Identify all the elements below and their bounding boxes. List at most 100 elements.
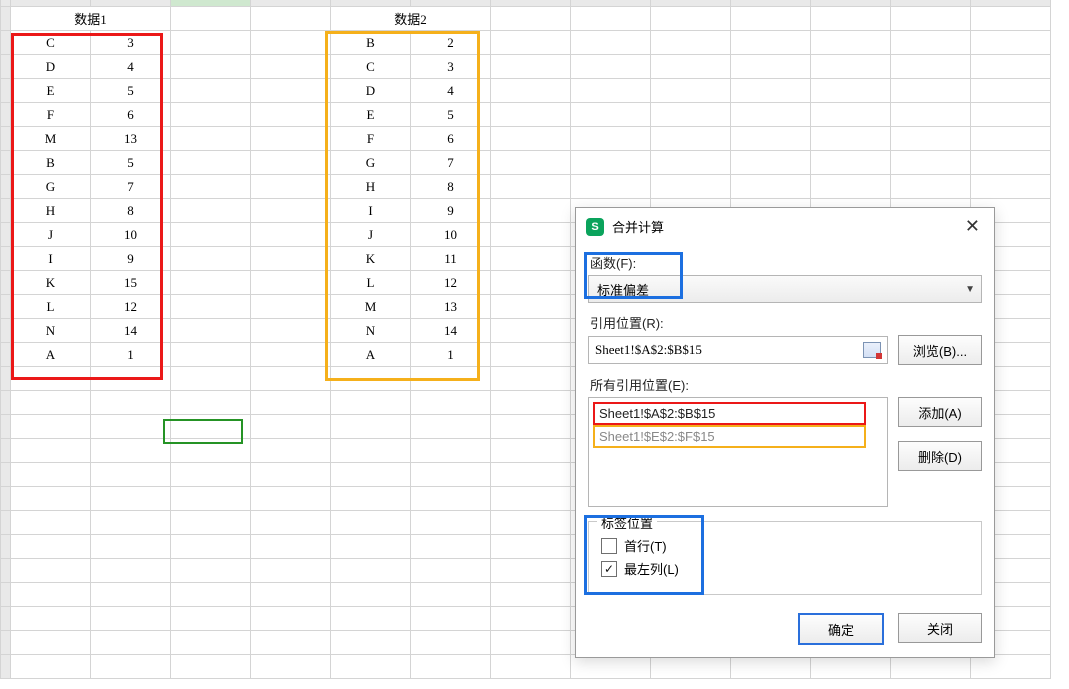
cell[interactable] — [651, 79, 731, 103]
cell[interactable] — [491, 31, 571, 55]
cell[interactable] — [171, 199, 251, 223]
close-icon[interactable]: ✕ — [961, 216, 984, 237]
cell[interactable] — [971, 151, 1051, 175]
cell[interactable] — [251, 151, 331, 175]
cell[interactable] — [491, 271, 571, 295]
cell[interactable] — [171, 559, 251, 583]
row-header[interactable] — [1, 55, 11, 79]
cell[interactable] — [811, 31, 891, 55]
cell[interactable] — [251, 103, 331, 127]
cell[interactable] — [171, 223, 251, 247]
cell[interactable] — [651, 175, 731, 199]
cell[interactable]: M — [331, 295, 411, 319]
cell[interactable] — [171, 271, 251, 295]
cell[interactable] — [651, 31, 731, 55]
cell[interactable] — [891, 31, 971, 55]
function-combobox[interactable]: 标准偏差 ▼ — [588, 275, 982, 303]
cell[interactable] — [651, 103, 731, 127]
cell[interactable] — [171, 511, 251, 535]
cell[interactable] — [331, 415, 411, 439]
cell[interactable]: A — [331, 343, 411, 367]
cell[interactable]: A — [11, 343, 91, 367]
cell[interactable] — [971, 175, 1051, 199]
cell[interactable] — [171, 31, 251, 55]
cell[interactable] — [171, 535, 251, 559]
cell[interactable] — [571, 127, 651, 151]
cell[interactable] — [251, 127, 331, 151]
cell[interactable] — [331, 487, 411, 511]
row-header[interactable] — [1, 367, 11, 391]
row-header[interactable] — [1, 487, 11, 511]
cell[interactable] — [331, 439, 411, 463]
cell[interactable] — [491, 199, 571, 223]
cell[interactable] — [91, 367, 171, 391]
cell[interactable] — [411, 631, 491, 655]
cell[interactable] — [411, 511, 491, 535]
cell[interactable] — [251, 367, 331, 391]
cell[interactable]: 9 — [91, 247, 171, 271]
cell[interactable] — [251, 487, 331, 511]
cell[interactable] — [731, 31, 811, 55]
cell[interactable] — [491, 487, 571, 511]
row-header[interactable] — [1, 247, 11, 271]
cell[interactable]: 4 — [411, 79, 491, 103]
cell[interactable]: 14 — [411, 319, 491, 343]
cell[interactable] — [731, 7, 811, 31]
cell[interactable] — [571, 7, 651, 31]
cell[interactable] — [331, 655, 411, 679]
cell[interactable] — [491, 391, 571, 415]
cell[interactable] — [251, 295, 331, 319]
cell[interactable] — [491, 151, 571, 175]
cell[interactable] — [571, 31, 651, 55]
cell[interactable] — [491, 439, 571, 463]
cell[interactable] — [491, 295, 571, 319]
cell[interactable] — [491, 343, 571, 367]
cell[interactable]: B — [331, 31, 411, 55]
cell[interactable]: 5 — [91, 151, 171, 175]
cell[interactable]: L — [11, 295, 91, 319]
row-header[interactable] — [1, 127, 11, 151]
cell[interactable] — [251, 463, 331, 487]
cell[interactable] — [971, 127, 1051, 151]
cell[interactable] — [491, 511, 571, 535]
add-button[interactable]: 添加(A) — [898, 397, 982, 427]
cell[interactable]: F — [11, 103, 91, 127]
cell[interactable]: H — [331, 175, 411, 199]
cell[interactable]: 数据2 — [331, 7, 491, 31]
cell[interactable] — [171, 439, 251, 463]
cell[interactable] — [171, 55, 251, 79]
row-header[interactable] — [1, 79, 11, 103]
cell[interactable]: 8 — [411, 175, 491, 199]
cell[interactable] — [251, 583, 331, 607]
cell[interactable]: E — [11, 79, 91, 103]
cell[interactable]: 12 — [91, 295, 171, 319]
cell[interactable] — [331, 535, 411, 559]
cell[interactable]: 7 — [411, 151, 491, 175]
row-header[interactable] — [1, 631, 11, 655]
cell[interactable] — [811, 127, 891, 151]
cell[interactable] — [491, 655, 571, 679]
cell[interactable] — [971, 7, 1051, 31]
reference-list-item[interactable]: Sheet1!$E$2:$F$15 — [593, 425, 866, 448]
cell[interactable] — [571, 55, 651, 79]
cell[interactable] — [171, 607, 251, 631]
row-header[interactable] — [1, 535, 11, 559]
cell[interactable]: G — [11, 175, 91, 199]
cell[interactable] — [411, 391, 491, 415]
row-header[interactable] — [1, 223, 11, 247]
cell[interactable] — [971, 103, 1051, 127]
cell[interactable] — [91, 559, 171, 583]
cell[interactable] — [251, 343, 331, 367]
cell[interactable] — [91, 583, 171, 607]
cell[interactable] — [491, 607, 571, 631]
cell[interactable] — [411, 559, 491, 583]
cell[interactable] — [411, 487, 491, 511]
cell[interactable] — [651, 127, 731, 151]
cell[interactable] — [171, 247, 251, 271]
cell[interactable] — [331, 463, 411, 487]
cell[interactable] — [651, 55, 731, 79]
row-header[interactable] — [1, 463, 11, 487]
cell[interactable] — [331, 367, 411, 391]
cell[interactable]: N — [331, 319, 411, 343]
cell[interactable] — [251, 559, 331, 583]
